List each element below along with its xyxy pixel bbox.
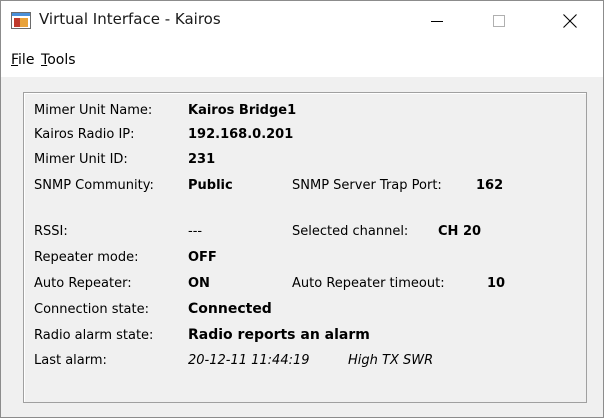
menu-file-mnemonic: F	[11, 52, 19, 68]
menu-file[interactable]: File	[11, 52, 34, 68]
snmp-community-label: SNMP Community:	[34, 178, 154, 193]
menu-tools[interactable]: Tools	[41, 52, 76, 68]
last-alarm-label: Last alarm:	[34, 353, 107, 368]
auto-repeater-timeout-label: Auto Repeater timeout:	[292, 276, 445, 291]
rssi-value: ---	[188, 224, 203, 239]
connection-state-value: Connected	[188, 301, 272, 317]
repeater-mode-value: OFF	[188, 250, 217, 265]
menu-file-label: ile	[18, 52, 35, 68]
minimize-icon	[431, 21, 443, 22]
status-panel: Mimer Unit Name: Kairos Bridge1 Kairos R…	[23, 92, 587, 403]
maximize-button[interactable]	[476, 1, 522, 41]
last-alarm-description: High TX SWR	[348, 353, 434, 368]
last-alarm-time: 20-12-11 11:44:19	[188, 353, 310, 368]
radio-ip-label: Kairos Radio IP:	[34, 127, 135, 142]
window-title: Virtual Interface - Kairos	[39, 10, 221, 28]
repeater-mode-label: Repeater mode:	[34, 250, 139, 265]
unit-name-value: Kairos Bridge1	[188, 103, 297, 118]
radio-alarm-value: Radio reports an alarm	[188, 327, 370, 343]
snmp-trap-port-label: SNMP Server Trap Port:	[292, 178, 442, 193]
auto-repeater-value: ON	[188, 276, 210, 291]
unit-id-value: 231	[188, 152, 216, 167]
unit-name-label: Mimer Unit Name:	[34, 103, 153, 118]
close-button[interactable]	[547, 1, 593, 41]
close-icon	[563, 14, 577, 28]
connection-state-label: Connection state:	[34, 302, 150, 317]
app-window-icon	[11, 12, 31, 29]
radio-alarm-label: Radio alarm state:	[34, 328, 154, 343]
menu-tools-label: ools	[47, 52, 76, 68]
rssi-label: RSSI:	[34, 224, 68, 239]
selected-channel-label: Selected channel:	[292, 224, 409, 239]
snmp-community-value: Public	[188, 178, 233, 193]
maximize-icon	[493, 15, 505, 27]
snmp-trap-port-value: 162	[476, 178, 504, 193]
selected-channel-value: CH 20	[438, 224, 482, 239]
unit-id-label: Mimer Unit ID:	[34, 152, 128, 167]
radio-ip-value: 192.168.0.201	[188, 127, 294, 142]
auto-repeater-label: Auto Repeater:	[34, 276, 132, 291]
menu-bar: File Tools	[1, 41, 603, 77]
minimize-button[interactable]	[414, 1, 460, 41]
app-window: Virtual Interface - Kairos File Tools Mi…	[0, 0, 604, 418]
title-bar[interactable]: Virtual Interface - Kairos	[1, 1, 603, 41]
auto-repeater-timeout-value: 10	[487, 276, 506, 291]
